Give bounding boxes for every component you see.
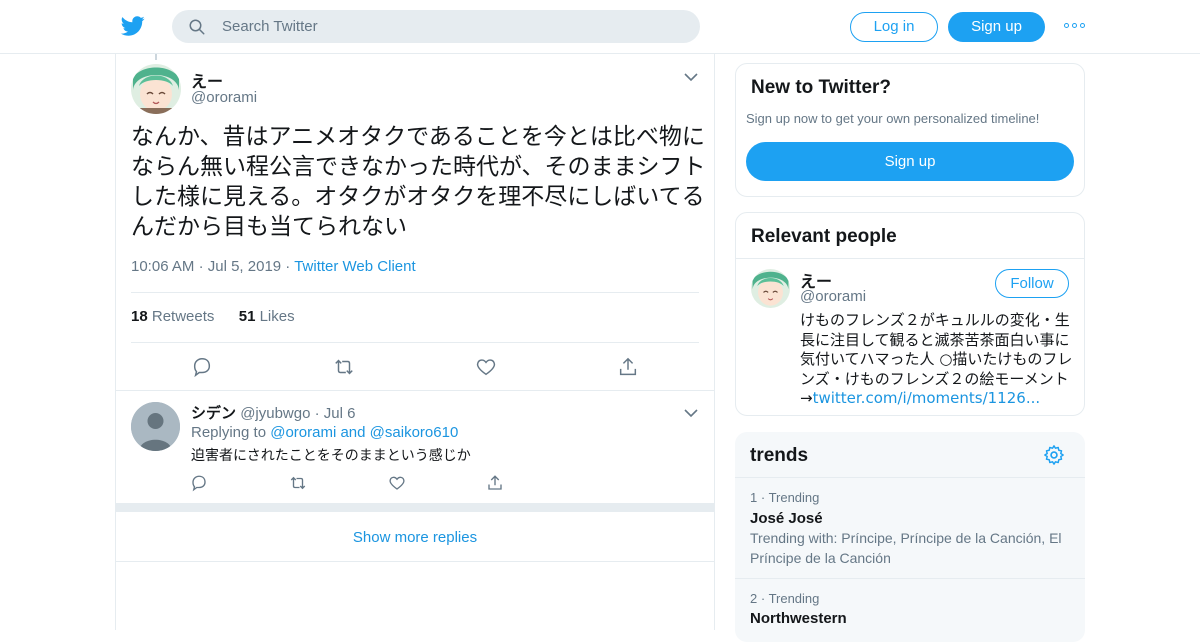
card-subtitle: Sign up now to get your own personalized… xyxy=(746,111,1040,126)
default-avatar-icon xyxy=(131,402,180,451)
sidebar-signup-button[interactable]: Sign up xyxy=(746,142,1074,181)
new-to-twitter-card: New to Twitter? Sign up now to get your … xyxy=(735,63,1085,197)
reply-text: 迫害者にされたことをそのままという感じか xyxy=(191,448,471,464)
signup-button[interactable]: Sign up xyxy=(948,12,1045,42)
moment-link[interactable]: twitter.com/i/moments/1126... xyxy=(813,389,1041,407)
show-more-replies-link[interactable]: Show more replies xyxy=(116,514,714,562)
tweet-stats: 18 Retweets 51 Likes xyxy=(131,308,295,325)
heart-icon[interactable] xyxy=(388,474,406,492)
heart-icon[interactable] xyxy=(475,356,497,378)
tweet-column: えー @ororami なんか、昔はアニメオタクであることを今とは比べ物にならん… xyxy=(115,54,715,630)
divider xyxy=(131,342,699,343)
trend-context: Trending with: Príncipe, Príncipe de la … xyxy=(750,530,1062,566)
author-handle[interactable]: @ororami xyxy=(191,89,257,106)
person-handle[interactable]: @ororami xyxy=(800,288,866,305)
relevant-people-card: Relevant people えー @ororami Follow けものフレ… xyxy=(735,212,1085,416)
search-box[interactable] xyxy=(172,10,700,43)
share-icon[interactable] xyxy=(617,356,639,378)
section-divider xyxy=(116,503,714,512)
reply-author-handle[interactable]: @jyubwgo xyxy=(240,405,310,422)
share-icon[interactable] xyxy=(486,474,504,492)
replying-to: Replying to @ororami and @saikoro610 xyxy=(191,424,459,441)
reply-tweet[interactable]: シデン @jyubwgo · Jul 6 Replying to @ororam… xyxy=(116,392,714,503)
reply-author-name[interactable]: シデン xyxy=(191,405,236,422)
trend-meta: 2 · Trending xyxy=(750,591,820,606)
chevron-down-icon[interactable] xyxy=(684,72,698,82)
avatar-image xyxy=(131,64,181,114)
avatar[interactable] xyxy=(131,64,181,114)
card-title: Relevant people xyxy=(751,226,897,247)
chevron-down-icon[interactable] xyxy=(684,408,698,418)
person-bio: けものフレンズ２がキュルルの変化・生長に注目して観ると滅茶苦茶面白い事に気付いて… xyxy=(800,311,1073,407)
avatar[interactable] xyxy=(751,269,790,308)
divider xyxy=(736,258,1084,259)
trend-name[interactable]: José José xyxy=(750,510,823,527)
tweet-meta: 10:06 AM · Jul 5, 2019 · Twitter Web Cli… xyxy=(131,258,416,275)
divider xyxy=(131,292,699,293)
login-button[interactable]: Log in xyxy=(850,12,938,42)
reply-icon[interactable] xyxy=(190,474,208,492)
divider xyxy=(116,390,714,391)
reply-date[interactable]: Jul 6 xyxy=(324,405,356,422)
more-dots-icon[interactable] xyxy=(1064,18,1086,34)
reply-header: シデン @jyubwgo · Jul 6 xyxy=(191,405,356,422)
trend-meta: 1 · Trending xyxy=(750,490,820,505)
reply-icon[interactable] xyxy=(191,356,213,378)
avatar-image xyxy=(751,269,790,308)
tweet-date[interactable]: Jul 5, 2019 xyxy=(208,258,281,275)
divider xyxy=(735,578,1085,579)
search-input[interactable] xyxy=(222,10,682,43)
twitter-bird-icon[interactable] xyxy=(120,14,146,38)
likes-stat[interactable]: 51 Likes xyxy=(239,308,295,325)
mention-link[interactable]: @saikoro610 xyxy=(370,424,459,441)
thread-line xyxy=(155,54,157,60)
retweet-icon[interactable] xyxy=(289,474,307,492)
trends-card: trends 1 · Trending José José Trending w… xyxy=(735,432,1085,642)
mention-link[interactable]: @ororami xyxy=(270,424,336,441)
card-title: trends xyxy=(750,445,809,466)
retweet-icon[interactable] xyxy=(333,356,355,378)
card-title: New to Twitter? xyxy=(751,77,892,98)
tweet-client-link[interactable]: Twitter Web Client xyxy=(294,258,415,275)
search-icon xyxy=(189,19,205,35)
retweets-stat[interactable]: 18 Retweets xyxy=(131,308,214,325)
gear-icon[interactable] xyxy=(1043,444,1065,466)
top-bar: Log in Sign up xyxy=(0,0,1200,54)
avatar[interactable] xyxy=(131,402,180,451)
divider xyxy=(735,477,1085,478)
trend-name[interactable]: Northwestern xyxy=(750,610,847,627)
tweet-text: なんか、昔はアニメオタクであることを今とは比べ物にならん無い程公言できなかった時… xyxy=(131,124,706,240)
tweet-time[interactable]: 10:06 AM xyxy=(131,258,194,275)
follow-button[interactable]: Follow xyxy=(995,269,1069,298)
